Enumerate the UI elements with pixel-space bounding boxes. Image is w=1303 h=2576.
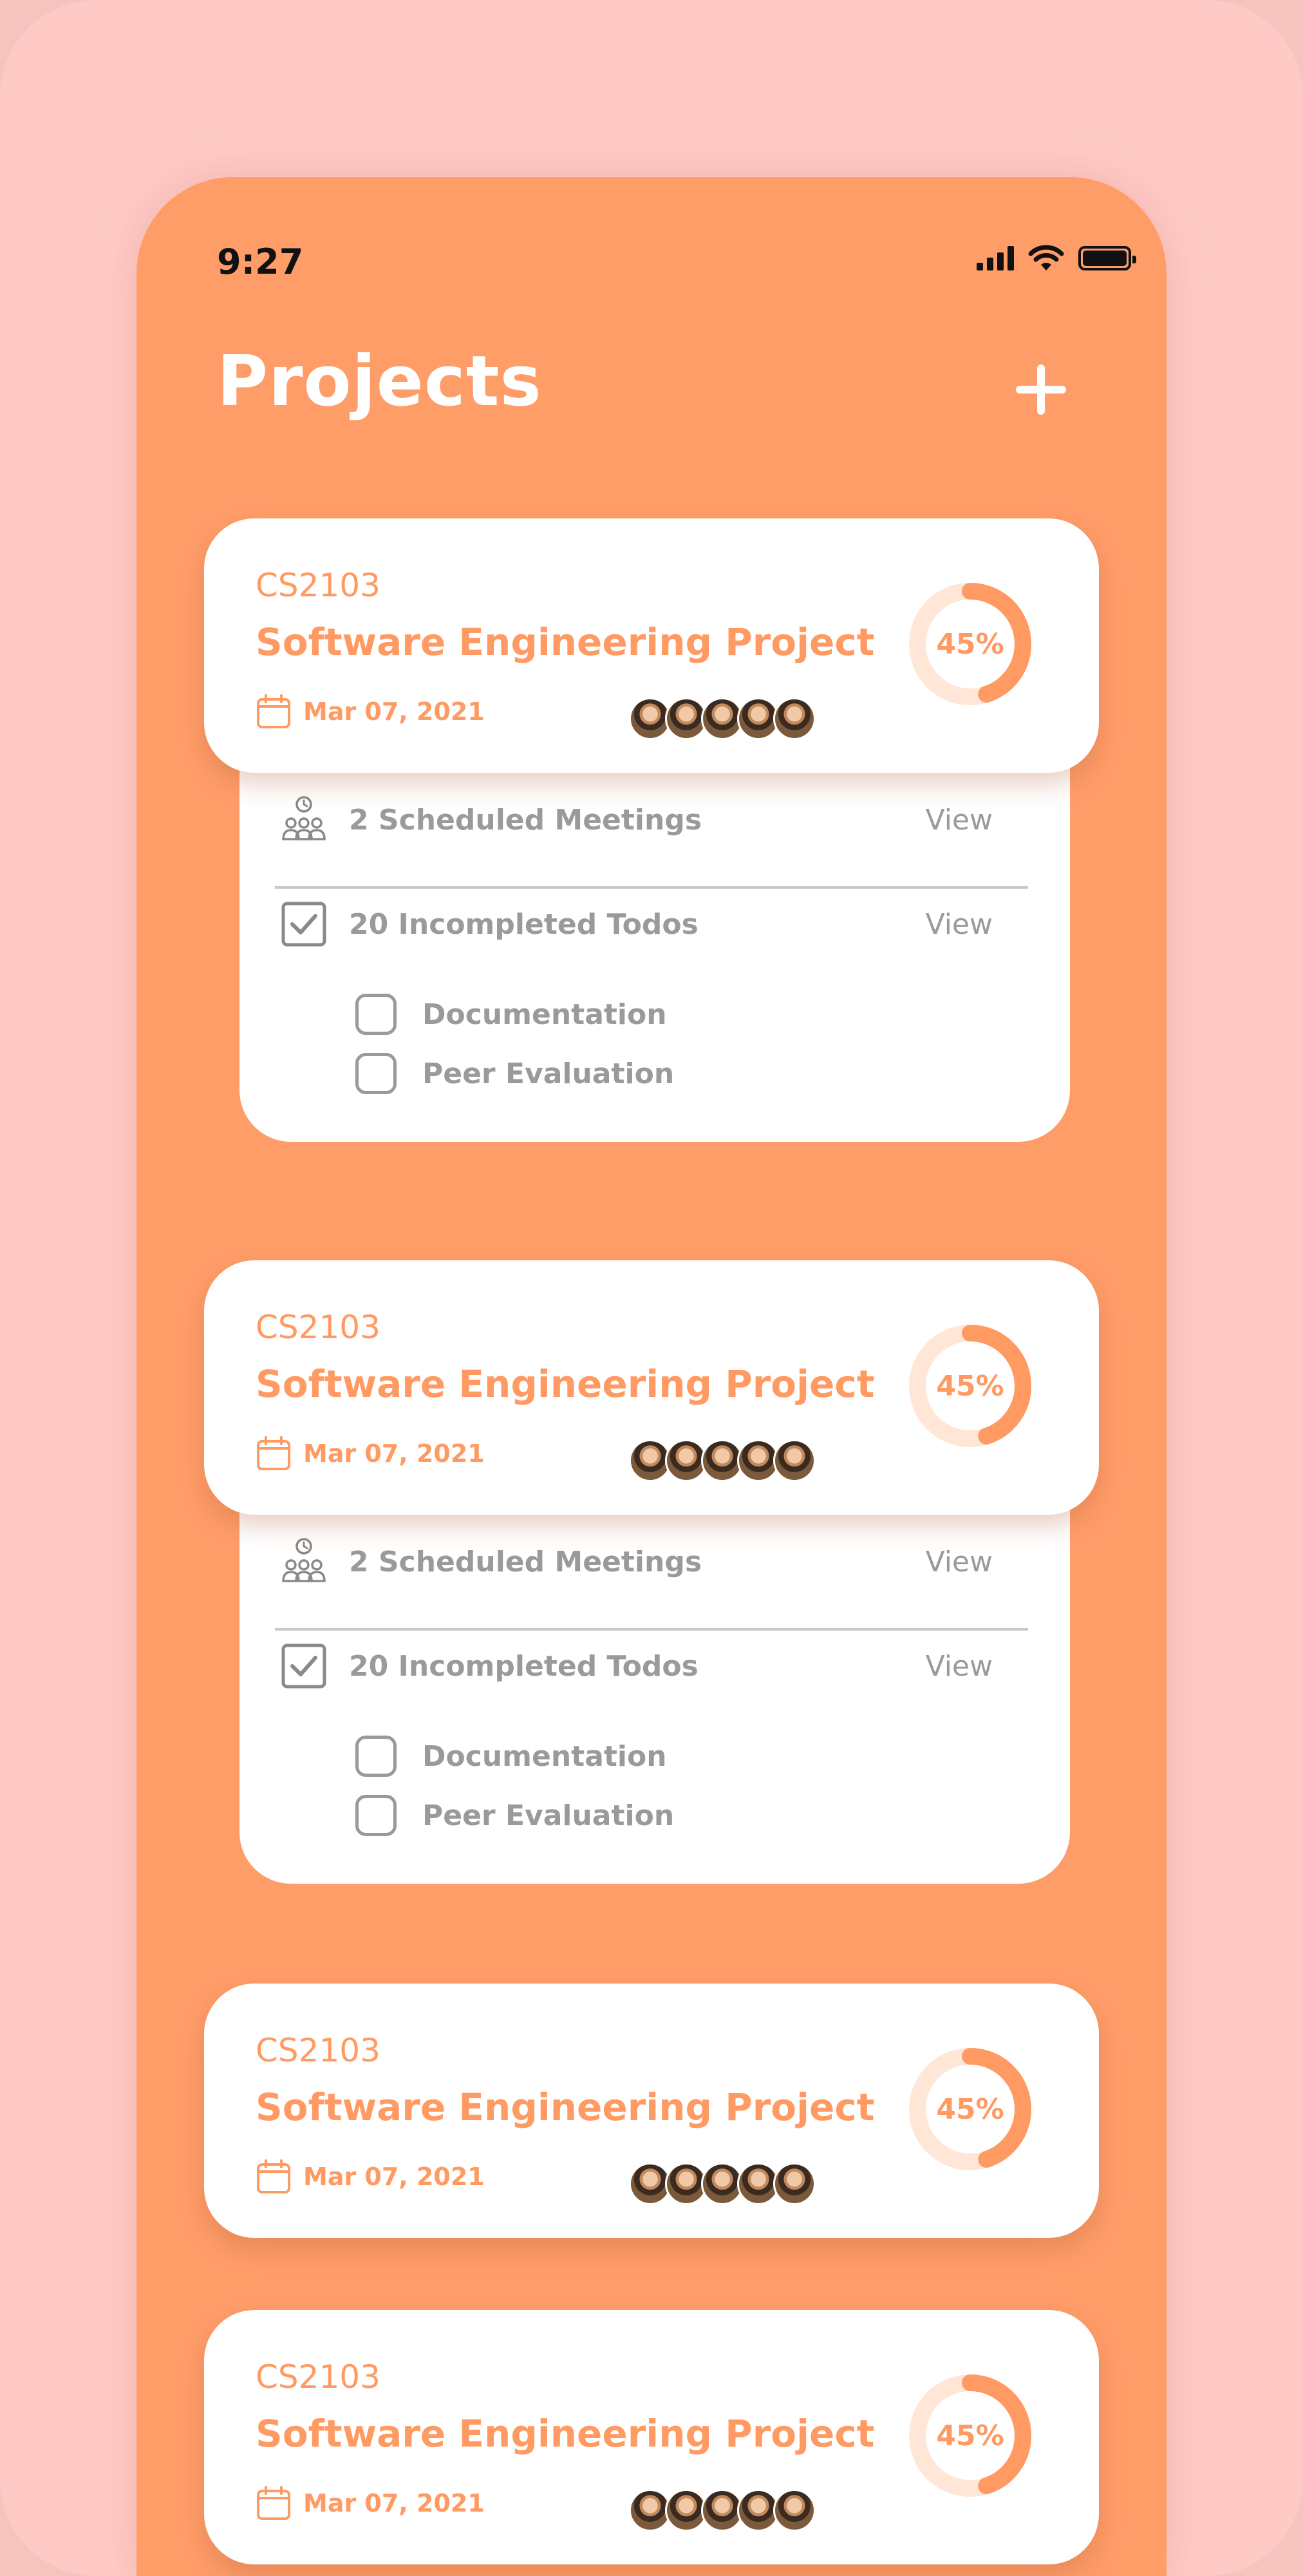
project-date: Mar 07, 2021: [303, 2163, 485, 2191]
todo-item[interactable]: Documentation: [355, 1736, 667, 1777]
project-card[interactable]: CS2103 Software Engineering Project Mar …: [204, 1260, 1099, 1515]
todo-checkbox[interactable]: [355, 1736, 397, 1777]
checked-checkbox-icon: [281, 902, 326, 947]
todos-text: 20 Incompleted Todos: [349, 1649, 698, 1683]
progress-ring: 45%: [906, 1321, 1035, 1450]
progress-ring: 45%: [906, 2371, 1035, 2500]
view-meetings-link[interactable]: View: [926, 804, 993, 837]
meetings-text: 2 Scheduled Meetings: [349, 803, 702, 837]
todo-checkbox[interactable]: [355, 1053, 397, 1094]
meetings-row: 2 Scheduled Meetings View: [278, 1536, 1031, 1587]
view-todos-link[interactable]: View: [926, 908, 993, 941]
project-date: Mar 07, 2021: [303, 697, 485, 726]
project-card[interactable]: CS2103 Software Engineering Project Mar …: [204, 518, 1099, 773]
course-code: CS2103: [256, 1309, 380, 1346]
project-card[interactable]: CS2103 Software Engineering Project Mar …: [204, 2310, 1099, 2564]
course-code: CS2103: [256, 567, 380, 604]
progress-ring: 45%: [906, 2045, 1035, 2174]
todo-item[interactable]: Peer Evaluation: [355, 1053, 674, 1094]
project-details: 2 Scheduled Meetings View 20 Incompleted…: [239, 1497, 1070, 1884]
battery-icon: [1078, 246, 1136, 270]
date-row: Mar 07, 2021: [256, 2159, 485, 2195]
meeting-group-icon: [282, 796, 326, 840]
todo-label: Documentation: [422, 998, 667, 1031]
member-avatars[interactable]: [629, 2489, 816, 2532]
progress-ring: 45%: [906, 580, 1035, 708]
project-title: Software Engineering Project: [256, 620, 875, 664]
todos-text: 20 Incompleted Todos: [349, 907, 698, 941]
todo-item[interactable]: Peer Evaluation: [355, 1795, 674, 1836]
date-row: Mar 07, 2021: [256, 2485, 485, 2521]
todo-label: Documentation: [422, 1739, 667, 1773]
meeting-group-icon: [282, 1538, 326, 1582]
todo-checkbox[interactable]: [355, 1795, 397, 1836]
meetings-text: 2 Scheduled Meetings: [349, 1545, 702, 1578]
member-avatars[interactable]: [629, 2163, 816, 2205]
todos-row: 20 Incompleted Todos View: [278, 898, 1031, 950]
divider: [275, 886, 1028, 889]
view-meetings-link[interactable]: View: [926, 1546, 993, 1578]
progress-label: 45%: [936, 1369, 1004, 1403]
add-project-button[interactable]: [1012, 361, 1070, 419]
date-row: Mar 07, 2021: [256, 1435, 485, 1472]
progress-label: 45%: [936, 2092, 1004, 2126]
project-date: Mar 07, 2021: [303, 2489, 485, 2517]
calendar-icon: [257, 2159, 290, 2193]
project-title: Software Engineering Project: [256, 2412, 875, 2456]
member-avatars[interactable]: [629, 697, 816, 740]
avatar: [773, 697, 816, 740]
calendar-icon: [257, 694, 290, 728]
status-icons: [977, 245, 1136, 272]
todo-item[interactable]: Documentation: [355, 994, 667, 1035]
phone-screen: 9:27 Projects CS2103 Software Engineerin…: [136, 177, 1167, 2576]
date-row: Mar 07, 2021: [256, 694, 485, 730]
todo-label: Peer Evaluation: [422, 1057, 675, 1090]
todo-label: Peer Evaluation: [422, 1799, 675, 1832]
checked-checkbox-icon: [281, 1643, 326, 1689]
member-avatars[interactable]: [629, 1439, 816, 1482]
cellular-signal-icon: [977, 246, 1014, 270]
meetings-row: 2 Scheduled Meetings View: [278, 794, 1031, 846]
project-card[interactable]: CS2103 Software Engineering Project Mar …: [204, 1984, 1099, 2238]
course-code: CS2103: [256, 2032, 380, 2069]
project-date: Mar 07, 2021: [303, 1439, 485, 1468]
page-title: Projects: [217, 341, 542, 422]
project-title: Software Engineering Project: [256, 1362, 875, 1406]
avatar: [773, 2489, 816, 2532]
project-title: Software Engineering Project: [256, 2085, 875, 2129]
calendar-icon: [257, 1436, 290, 1470]
avatar: [773, 2163, 816, 2205]
todo-checkbox[interactable]: [355, 994, 397, 1035]
status-time: 9:27: [217, 242, 304, 282]
progress-label: 45%: [936, 2419, 1004, 2452]
todos-row: 20 Incompleted Todos View: [278, 1640, 1031, 1692]
project-details: 2 Scheduled Meetings View 20 Incompleted…: [239, 755, 1070, 1142]
calendar-icon: [257, 2486, 290, 2520]
wifi-icon: [1028, 245, 1064, 270]
progress-label: 45%: [936, 627, 1004, 661]
view-todos-link[interactable]: View: [926, 1650, 993, 1683]
divider: [275, 1628, 1028, 1631]
course-code: CS2103: [256, 2358, 380, 2396]
avatar: [773, 1439, 816, 1482]
